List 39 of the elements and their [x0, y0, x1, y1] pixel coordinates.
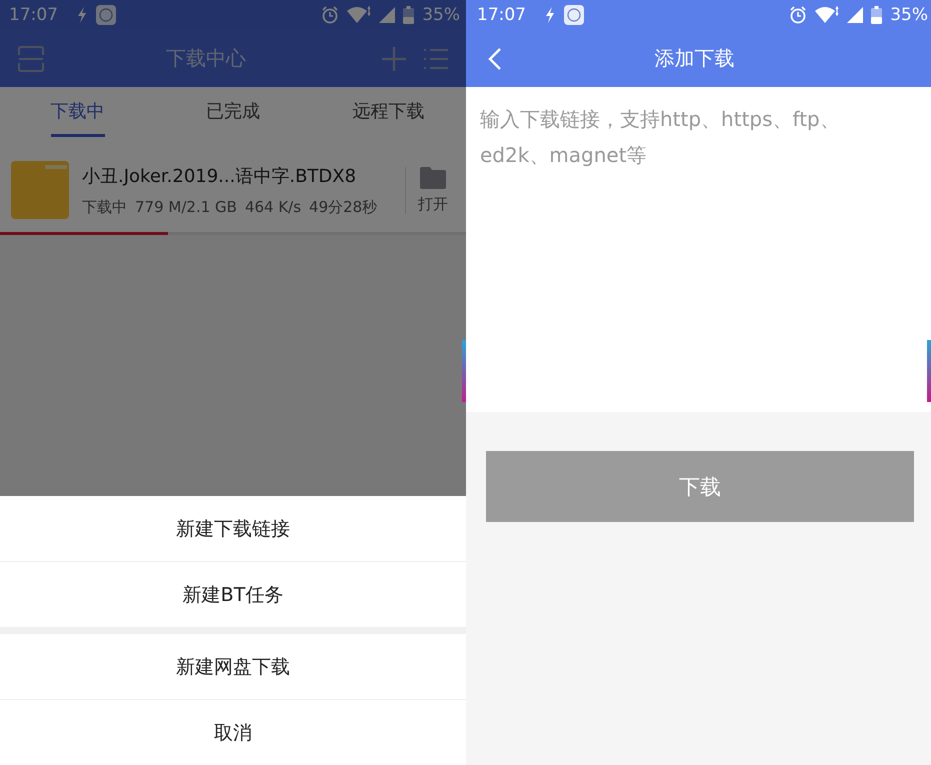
- download-size: 779 M/2.1 GB: [135, 198, 237, 216]
- alarm-icon: [789, 6, 808, 24]
- download-status: 下载中: [82, 198, 127, 216]
- battery-level: 35%: [890, 5, 928, 25]
- screen-title: 添加下载: [654, 45, 736, 72]
- list-icon: [424, 48, 448, 70]
- screen-title: 下载中心: [165, 45, 247, 72]
- app-notification-icon: [564, 5, 584, 25]
- scan-icon: [18, 46, 44, 72]
- file-name: 小丑.Joker.2019...语中字.BTDX8: [82, 164, 358, 188]
- signal-icon: [847, 7, 864, 23]
- plus-icon: [382, 46, 406, 70]
- scan-button[interactable]: [16, 44, 46, 74]
- add-button[interactable]: [380, 44, 408, 72]
- download-speed: 464 K/s: [244, 198, 302, 216]
- edge-handle[interactable]: [927, 340, 931, 402]
- battery-icon: [871, 6, 882, 24]
- back-icon: [488, 46, 502, 70]
- charging-icon: [76, 7, 88, 23]
- battery-icon: [403, 6, 414, 24]
- clock-time: 17:07: [9, 5, 58, 25]
- clock-time: 17:07: [477, 5, 526, 25]
- folder-icon: [420, 166, 446, 188]
- battery-level: 35%: [422, 5, 460, 25]
- open-button[interactable]: 打开: [405, 166, 454, 214]
- tab[interactable]: 已完成: [155, 87, 311, 140]
- wifi-icon: [347, 6, 372, 24]
- app-notification-icon: [96, 5, 116, 25]
- alarm-icon: [321, 6, 340, 24]
- signal-icon: [379, 7, 396, 23]
- tab[interactable]: 下载中: [0, 87, 156, 140]
- time-remaining: 49分28秒: [309, 198, 378, 216]
- link-input-field[interactable]: 输入下载链接，支持http、https、ftp、ed2k、magnet等: [466, 87, 931, 412]
- download-button[interactable]: 下载: [486, 451, 914, 522]
- charging-icon: [544, 7, 556, 23]
- wifi-icon: [815, 6, 840, 24]
- tab[interactable]: 远程下载: [310, 87, 466, 140]
- edge-handle[interactable]: [462, 340, 466, 402]
- folder-icon: [11, 161, 69, 219]
